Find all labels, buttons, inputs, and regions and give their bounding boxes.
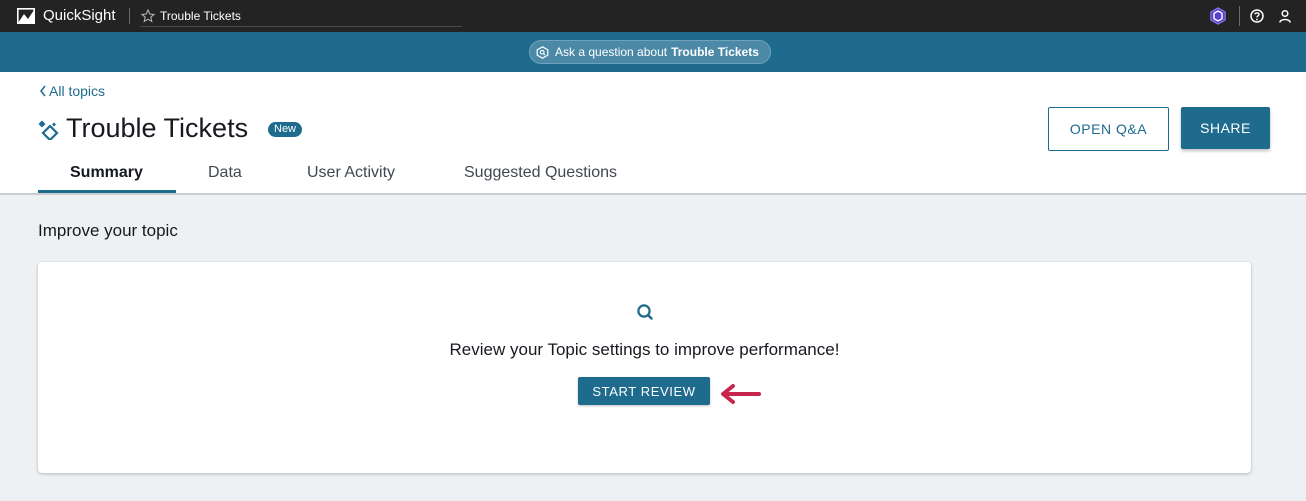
tab-user-activity[interactable]: User Activity — [307, 164, 395, 182]
user-icon[interactable] — [1278, 9, 1292, 23]
tab-summary[interactable]: Summary — [70, 164, 143, 182]
tab-suggested-questions[interactable]: Suggested Questions — [464, 164, 617, 182]
ask-prefix: Ask a question about — [555, 45, 668, 59]
annotation-arrow-icon — [721, 384, 761, 404]
page-title: Trouble Tickets — [66, 113, 249, 143]
new-badge: New — [268, 122, 303, 137]
open-tab-title[interactable]: Trouble Tickets — [160, 9, 241, 23]
app-name[interactable]: QuickSight — [43, 7, 116, 24]
improve-topic-card: Review your Topic settings to improve pe… — [38, 262, 1251, 473]
start-review-button[interactable]: START REVIEW — [578, 377, 710, 405]
ask-topic: Trouble Tickets — [671, 45, 759, 59]
hexagon-badge-icon[interactable] — [1209, 7, 1227, 25]
section-title: Improve your topic — [38, 221, 178, 240]
back-link-label: All topics — [49, 83, 106, 99]
ask-question-bar[interactable]: Ask a question about Trouble Tickets — [529, 40, 771, 64]
tab-data[interactable]: Data — [208, 164, 242, 182]
review-message: Review your Topic settings to improve pe… — [449, 340, 840, 359]
search-icon — [637, 304, 653, 320]
quicksight-logo-icon[interactable] — [17, 8, 35, 24]
top-bar: QuickSight Trouble Tickets — [0, 0, 1306, 32]
tab-underline — [140, 26, 462, 27]
share-button[interactable]: SHARE — [1181, 107, 1270, 149]
open-qa-button[interactable]: OPEN Q&A — [1048, 107, 1169, 151]
divider — [129, 8, 130, 24]
header-divider — [0, 193, 1306, 195]
divider — [1239, 6, 1240, 26]
all-topics-link[interactable]: All topics — [39, 83, 105, 99]
chevron-left-icon — [40, 85, 46, 97]
star-icon[interactable] — [141, 9, 155, 23]
topic-header: All topics Trouble Tickets New OPEN Q&A … — [0, 72, 1306, 193]
ask-question-icon — [536, 45, 549, 59]
ask-bar: Ask a question about Trouble Tickets — [0, 32, 1306, 72]
help-icon[interactable] — [1250, 9, 1264, 23]
topic-icon — [38, 120, 59, 140]
